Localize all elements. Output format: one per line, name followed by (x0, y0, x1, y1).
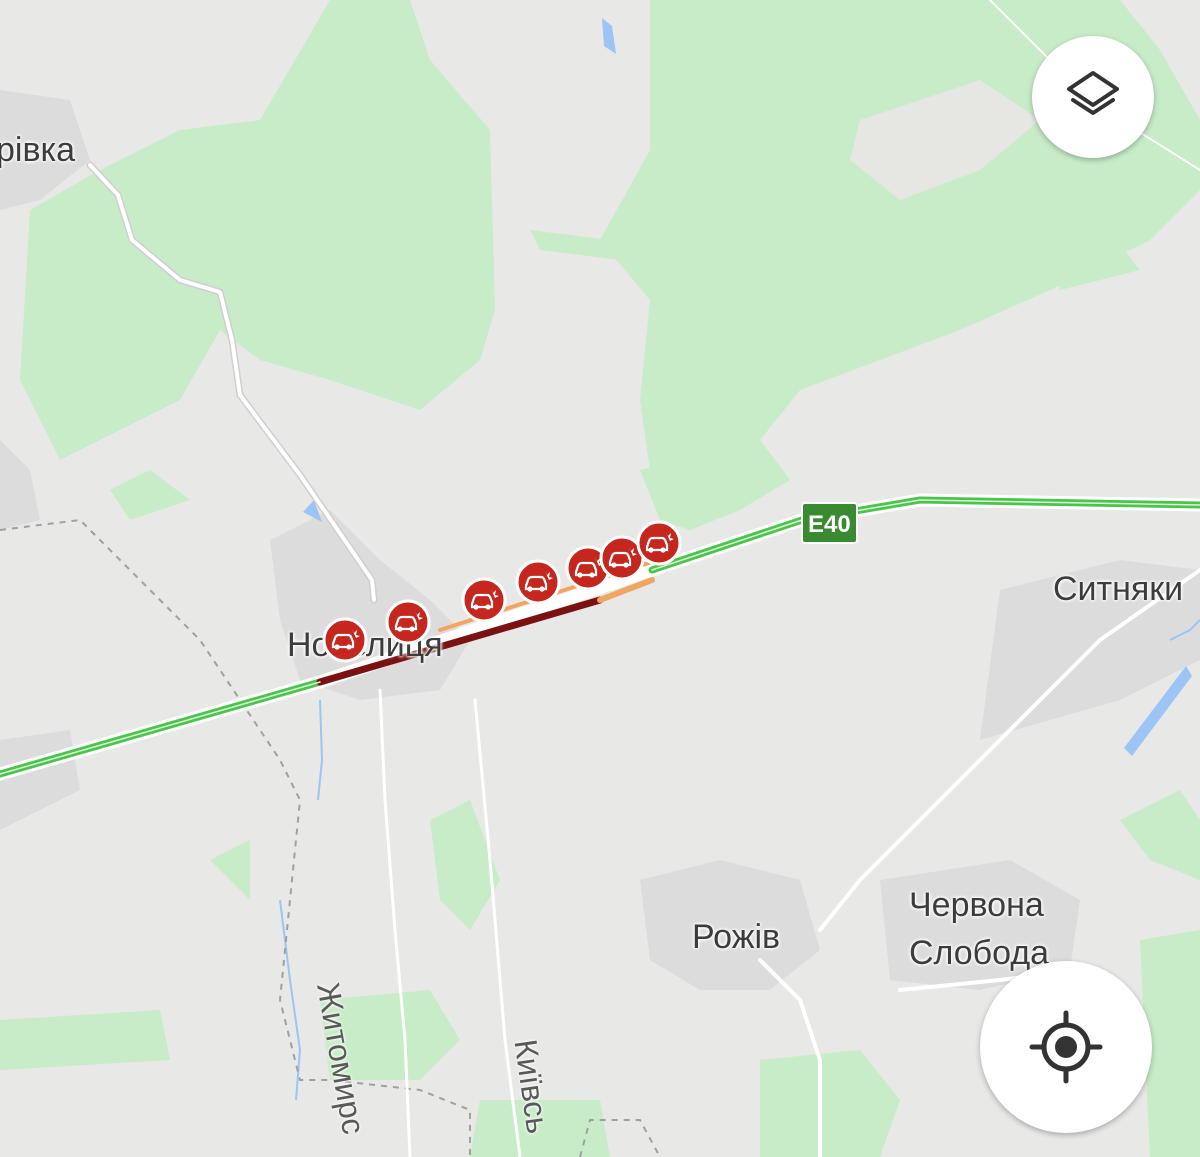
highway-shield-e40: E40 (801, 502, 858, 544)
place-label-rozhiv: Рожів (692, 918, 781, 956)
my-location-icon (1029, 1010, 1103, 1084)
incident-marker-crash-icon[interactable] (385, 599, 431, 645)
layers-icon (1067, 71, 1119, 115)
layers-button[interactable] (1032, 36, 1154, 158)
place-label-chervona-sloboda-line1: Червона (909, 886, 1044, 924)
incident-marker-crash-icon[interactable] (636, 520, 682, 566)
place-label-ivka: рівка (0, 131, 76, 169)
forest-area (0, 1010, 170, 1070)
my-location-button[interactable] (980, 961, 1152, 1133)
map-view[interactable]: рівка Новелиця Ситняки Рожів Червона Сло… (0, 0, 1200, 1157)
incident-marker-crash-icon[interactable] (322, 617, 368, 663)
place-label-sytniaky: Ситняки (1053, 570, 1184, 608)
incident-marker-crash-icon[interactable] (461, 577, 507, 623)
place-label-chervona-sloboda-line2: Слобода (909, 934, 1050, 972)
incident-marker-crash-icon[interactable] (515, 559, 561, 605)
